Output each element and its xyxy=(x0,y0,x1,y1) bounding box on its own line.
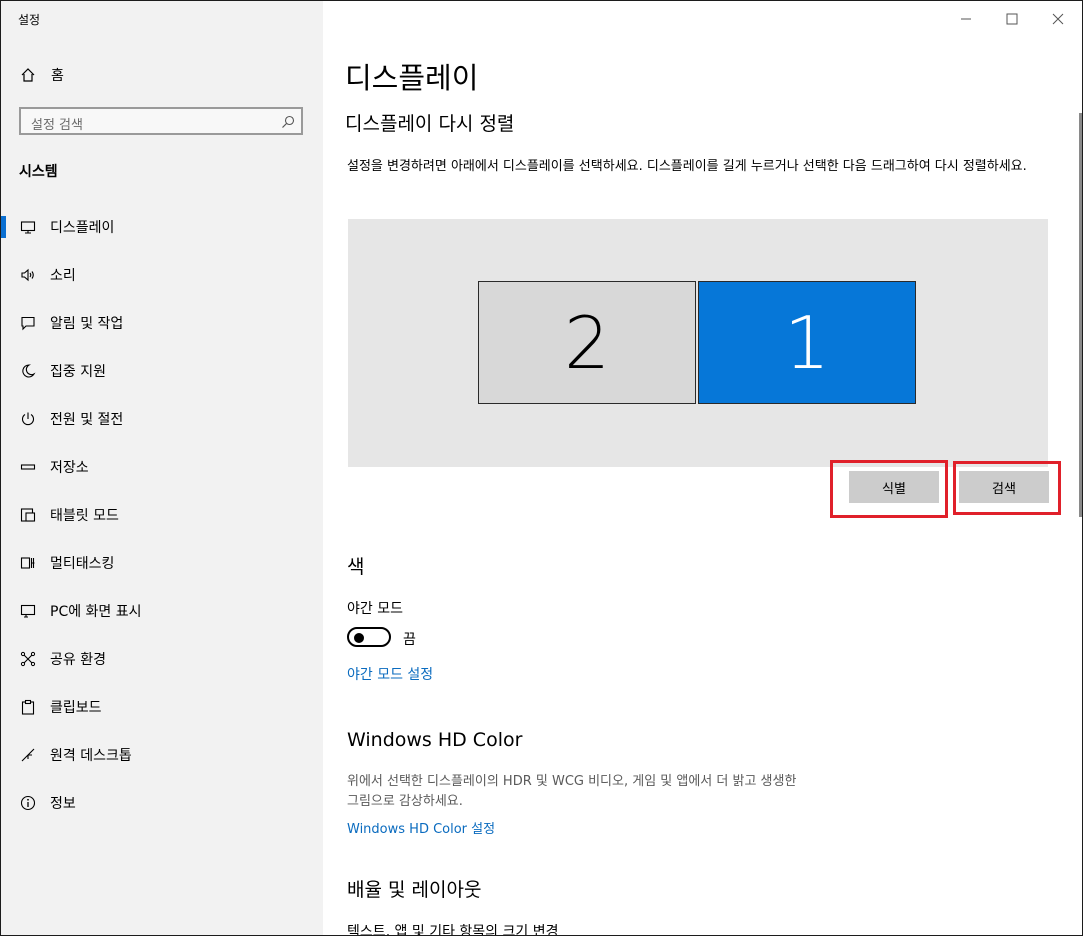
multitask-icon xyxy=(19,554,37,572)
sidebar-item-label: 전원 및 절전 xyxy=(50,412,124,428)
sidebar: 설정 홈 설정 검색 시스템 디스플레이 소리 알림 및 작업 집중 지원 전원… xyxy=(1,1,323,935)
sidebar-item-label: 멀티태스킹 xyxy=(50,556,115,572)
sidebar-item-label: 정보 xyxy=(50,796,76,812)
sidebar-item-tablet[interactable]: 태블릿 모드 xyxy=(1,495,323,535)
project-icon xyxy=(19,602,37,620)
maximize-button[interactable] xyxy=(1001,9,1023,29)
power-icon xyxy=(19,410,37,428)
sidebar-item-label: PC에 화면 표시 xyxy=(50,604,142,620)
sidebar-item-sound[interactable]: 소리 xyxy=(1,255,323,295)
sidebar-item-label: 저장소 xyxy=(50,460,89,476)
scale-heading: 배율 및 레이아웃 xyxy=(347,879,482,901)
sidebar-item-label: 소리 xyxy=(50,268,76,284)
app-title: 설정 xyxy=(18,13,41,27)
sidebar-item-multitasking[interactable]: 멀티태스킹 xyxy=(1,543,323,583)
sidebar-item-share[interactable]: 공유 환경 xyxy=(1,639,323,679)
speaker-icon xyxy=(19,266,37,284)
info-icon xyxy=(19,794,37,812)
sidebar-item-storage[interactable]: 저장소 xyxy=(1,447,323,487)
monitor-icon xyxy=(19,218,37,236)
sidebar-item-label: 원격 데스크톱 xyxy=(50,748,132,764)
sidebar-item-focus-assist[interactable]: 집중 지원 xyxy=(1,351,323,391)
night-light-toggle[interactable] xyxy=(347,627,391,647)
close-button[interactable] xyxy=(1047,9,1069,29)
sidebar-item-remote-desktop[interactable]: 원격 데스크톱 xyxy=(1,735,323,775)
share-icon xyxy=(19,650,37,668)
hdr-description: 위에서 선택한 디스플레이의 HDR 및 WCG 비디오, 게임 및 앱에서 더… xyxy=(347,774,797,809)
minimize-button[interactable] xyxy=(955,9,977,29)
scale-sublabel: 텍스트, 앱 및 기타 항목의 크기 변경 xyxy=(347,924,559,936)
detect-button[interactable]: 검색 xyxy=(959,471,1049,503)
sidebar-section-title: 시스템 xyxy=(19,164,58,180)
close-icon xyxy=(1052,10,1064,29)
clipboard-icon xyxy=(19,698,37,716)
night-light-settings-link[interactable]: 야간 모드 설정 xyxy=(347,664,433,684)
display-arrangement-area[interactable]: 2 1 xyxy=(348,219,1048,467)
search-icon xyxy=(281,114,295,128)
sidebar-item-label: 클립보드 xyxy=(50,700,102,716)
sidebar-item-clipboard[interactable]: 클립보드 xyxy=(1,687,323,727)
sidebar-item-display[interactable]: 디스플레이 xyxy=(1,207,323,247)
storage-icon xyxy=(19,458,37,476)
search-input[interactable]: 설정 검색 xyxy=(19,107,303,135)
night-light-state: 끔 xyxy=(403,632,416,648)
sidebar-item-label: 공유 환경 xyxy=(50,652,106,668)
monitor-2[interactable]: 2 xyxy=(478,281,696,404)
sidebar-item-power[interactable]: 전원 및 절전 xyxy=(1,399,323,439)
rearrange-heading: 디스플레이 다시 정렬 xyxy=(345,113,515,135)
search-placeholder: 설정 검색 xyxy=(31,118,83,133)
sidebar-item-label: 태블릿 모드 xyxy=(50,508,119,524)
hdr-heading: Windows HD Color xyxy=(347,729,523,751)
toggle-knob xyxy=(354,633,364,643)
color-heading: 색 xyxy=(347,556,365,578)
sidebar-item-label: 디스플레이 xyxy=(50,220,115,236)
identify-button[interactable]: 식별 xyxy=(849,471,939,503)
settings-window: 설정 홈 설정 검색 시스템 디스플레이 소리 알림 및 작업 집중 지원 전원… xyxy=(0,0,1083,936)
home-icon xyxy=(19,66,37,84)
remote-icon xyxy=(19,746,37,764)
night-light-label: 야간 모드 xyxy=(347,601,403,617)
hdr-settings-link[interactable]: Windows HD Color 설정 xyxy=(347,818,495,837)
page-title: 디스플레이 xyxy=(345,61,479,95)
notification-icon xyxy=(19,314,37,332)
sidebar-item-home[interactable]: 홈 xyxy=(1,55,323,95)
sidebar-item-notifications[interactable]: 알림 및 작업 xyxy=(1,303,323,343)
tablet-icon xyxy=(19,506,37,524)
sidebar-item-label: 집중 지원 xyxy=(50,364,106,380)
monitor-1[interactable]: 1 xyxy=(698,281,916,404)
maximize-icon xyxy=(1006,10,1018,29)
sidebar-item-label: 알림 및 작업 xyxy=(50,316,124,332)
main-content: 디스플레이 디스플레이 다시 정렬 설정을 변경하려면 아래에서 디스플레이를 … xyxy=(323,1,1082,935)
sidebar-item-project[interactable]: PC에 화면 표시 xyxy=(1,591,323,631)
minimize-icon xyxy=(960,10,972,29)
rearrange-description: 설정을 변경하려면 아래에서 디스플레이를 선택하세요. 디스플레이를 길게 누… xyxy=(347,159,1027,174)
sidebar-item-about[interactable]: 정보 xyxy=(1,783,323,823)
scrollbar[interactable] xyxy=(1079,113,1082,517)
sidebar-item-label: 홈 xyxy=(51,68,64,84)
moon-icon xyxy=(19,362,37,380)
